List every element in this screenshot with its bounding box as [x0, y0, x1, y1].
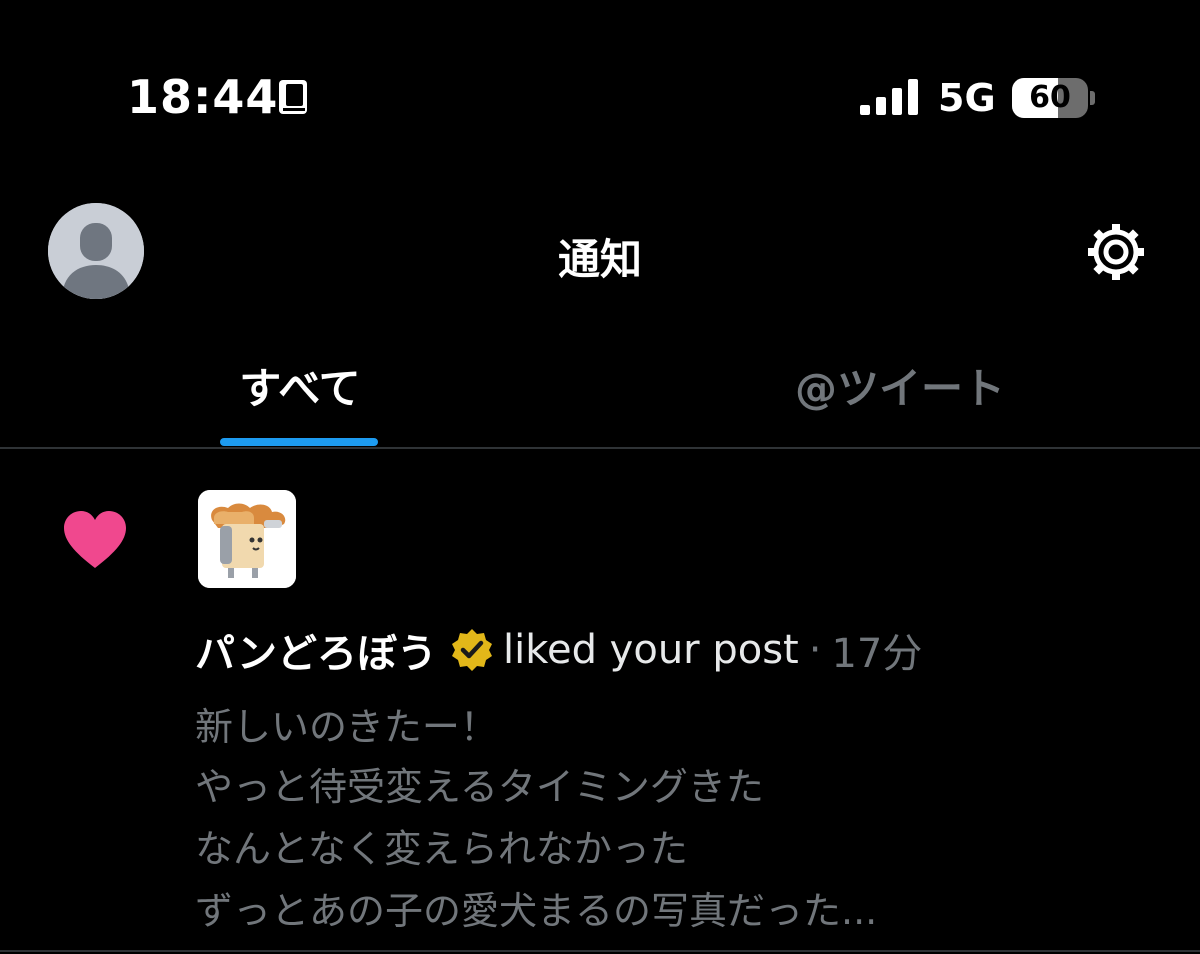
- status-time: 18:44: [127, 70, 279, 124]
- network-type: 5G: [938, 76, 996, 120]
- item-divider: [0, 950, 1200, 952]
- gear-icon[interactable]: [1084, 220, 1148, 284]
- verified-badge-icon: [452, 629, 492, 671]
- battery-tip: [1090, 91, 1095, 105]
- post-text-line: なんとなく変えられなかった: [195, 827, 688, 871]
- post-text-line: やっと待受変えるタイミングきた: [195, 765, 764, 809]
- book-icon: [279, 80, 307, 114]
- tab-all[interactable]: すべて: [222, 355, 378, 416]
- heart-icon: [64, 511, 126, 568]
- page-title: 通知: [557, 235, 642, 284]
- notification-summary: パンどろぼう liked your post · 17分: [195, 622, 922, 678]
- post-text-line: ずっとあの子の愛犬まるの写真だった...: [195, 889, 878, 933]
- notifications-screen: 18:44 5G 60 通知 すべて @ツイート パンどろぼう liked yo…: [0, 0, 1200, 954]
- bread-thief-avatar: [198, 490, 296, 588]
- actor-avatar[interactable]: [198, 490, 296, 588]
- status-bar: 18:44 5G 60: [0, 0, 1200, 190]
- signal-bars-icon: [860, 79, 918, 115]
- post-text-line: 新しいのきたー！: [195, 705, 498, 749]
- battery-indicator: 60: [1012, 78, 1088, 118]
- tabs-divider: [0, 447, 1200, 449]
- actor-name[interactable]: パンどろぼう: [195, 621, 437, 679]
- tab-mentions[interactable]: @ツイート: [760, 355, 1040, 416]
- battery-percent: 60: [1029, 80, 1071, 115]
- elapsed-time: 17分: [831, 631, 923, 677]
- notification-action: liked your post: [503, 627, 799, 673]
- separator: ·: [808, 627, 822, 673]
- active-tab-indicator: [220, 438, 378, 446]
